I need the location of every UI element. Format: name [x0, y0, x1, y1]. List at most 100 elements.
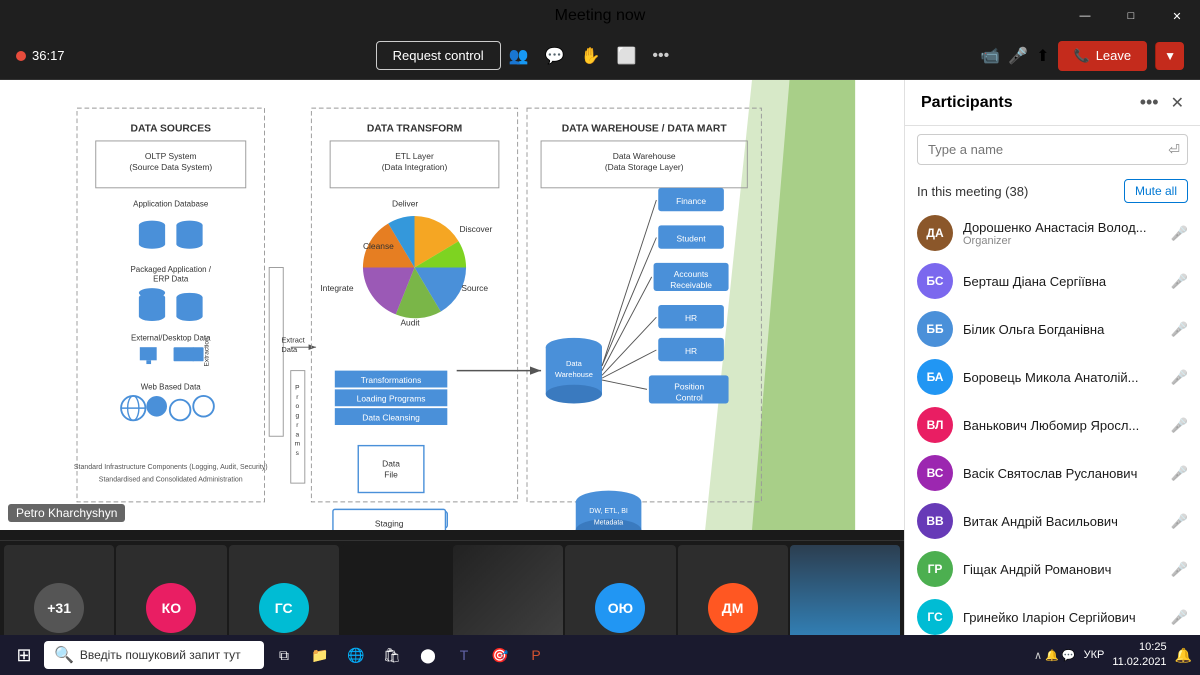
participant-item[interactable]: ВСВасік Святослав Русланович🎤	[909, 449, 1196, 497]
svg-text:Finance: Finance	[676, 196, 706, 206]
tile-avatar: ДМ	[708, 583, 758, 633]
leave-dropdown-button[interactable]: ▼	[1155, 42, 1184, 70]
search-icon: 🔍	[54, 645, 74, 665]
clock-time: 10:25	[1112, 640, 1166, 655]
participant-mic-icon: 🎤	[1171, 417, 1188, 434]
start-button[interactable]: ⊞	[8, 639, 40, 671]
chrome-icon[interactable]: ⬤	[412, 639, 444, 671]
meeting-title: Meeting now	[555, 7, 646, 25]
svg-text:Standardised and Consolidated: Standardised and Consolidated Administra…	[99, 476, 243, 483]
store-icon[interactable]: 🛍	[376, 639, 408, 671]
participant-avatar: ББ	[917, 311, 953, 347]
svg-text:P: P	[295, 384, 300, 391]
svg-text:a: a	[295, 431, 299, 438]
svg-text:HR: HR	[685, 313, 697, 323]
participant-item[interactable]: ГСГринейко Іларіон Сергійович🎤	[909, 593, 1196, 641]
participant-name: Витак Андрій Васильович	[963, 514, 1161, 529]
participant-avatar: ВЛ	[917, 407, 953, 443]
participant-name: Дорошенко Анастасія Волод...	[963, 220, 1161, 235]
participants-icon[interactable]: 👥	[509, 46, 529, 66]
task-view-button[interactable]: ⧉	[268, 639, 300, 671]
tile-avatar: КО	[146, 583, 196, 633]
notification-icon[interactable]: 🔔	[1175, 647, 1192, 664]
participant-avatar: ВВ	[917, 503, 953, 539]
participant-mic-icon: 🎤	[1171, 609, 1188, 626]
participant-avatar: ГС	[917, 599, 953, 635]
system-clock[interactable]: 10:25 11.02.2021	[1112, 640, 1166, 671]
participants-close-button[interactable]: ✕	[1171, 93, 1184, 113]
phone-icon: 📞	[1074, 48, 1090, 64]
close-button[interactable]: ✕	[1154, 0, 1200, 32]
participant-search-input[interactable]	[917, 134, 1188, 165]
participant-item[interactable]: БСБерташ Діана Сергіївна🎤	[909, 257, 1196, 305]
participant-role: Organizer	[963, 235, 1161, 247]
svg-text:Data Warehouse: Data Warehouse	[613, 151, 676, 161]
participants-title: Participants	[921, 94, 1132, 112]
slide-diagram: DATA SOURCES OLTP System (Source Data Sy…	[0, 80, 904, 530]
mute-all-button[interactable]: Mute all	[1124, 179, 1188, 203]
participant-mic-icon: 🎤	[1171, 561, 1188, 578]
svg-text:Data: Data	[566, 359, 583, 368]
svg-text:(Data Integration): (Data Integration)	[382, 162, 448, 172]
tray-icons[interactable]: ∧ 🔔 💬	[1034, 649, 1076, 662]
participant-name: Гіщак Андрій Романович	[963, 562, 1161, 577]
svg-text:External/Desktop Data: External/Desktop Data	[131, 334, 211, 343]
share-screen-icon[interactable]: ⬜	[616, 46, 636, 66]
recording-time: 36:17	[32, 48, 65, 63]
participants-panel: Participants ••• ✕ ⏎ In this meeting (38…	[904, 80, 1200, 675]
svg-text:Extraction: Extraction	[203, 337, 210, 366]
language-indicator[interactable]: УКР	[1084, 649, 1105, 661]
participant-info: Васік Святослав Русланович	[963, 466, 1161, 481]
minimize-button[interactable]: —	[1062, 0, 1108, 32]
file-explorer-icon[interactable]: 📁	[304, 639, 336, 671]
recording-dot	[16, 51, 26, 61]
svg-text:Source: Source	[461, 283, 488, 293]
svg-text:(Data Storage Layer): (Data Storage Layer)	[605, 162, 684, 172]
participants-more-button[interactable]: •••	[1140, 92, 1159, 113]
participant-avatar: БС	[917, 263, 953, 299]
title-bar: Meeting now — □ ✕	[0, 0, 1200, 32]
mic-icon[interactable]: 🎤	[1008, 46, 1028, 66]
svg-text:Extract: Extract	[281, 336, 305, 345]
maximize-button[interactable]: □	[1108, 0, 1154, 32]
participant-item[interactable]: ВВ Витак Андрій Васильович 🎤	[909, 497, 1196, 545]
participants-header: Participants ••• ✕	[905, 80, 1200, 126]
shortcut-icon-1[interactable]: 🎯	[484, 639, 516, 671]
participant-name: Васік Святослав Русланович	[963, 466, 1161, 481]
taskbar-right: ∧ 🔔 💬 УКР 10:25 11.02.2021 🔔	[1034, 640, 1192, 671]
participant-item[interactable]: ГРГіщак Андрій Романович🎤	[909, 545, 1196, 593]
participant-item[interactable]: ДАДорошенко Анастасія Волод...Organizer🎤	[909, 209, 1196, 257]
search-icon[interactable]: ⏎	[1168, 141, 1180, 158]
participant-name: Боровець Микола Анатолій...	[963, 370, 1161, 385]
svg-text:Web Based Data: Web Based Data	[141, 382, 202, 391]
teams-icon[interactable]: T	[448, 639, 480, 671]
edge-browser-icon[interactable]: 🌐	[340, 639, 372, 671]
participant-item[interactable]: БАБоровець Микола Анатолій...🎤	[909, 353, 1196, 401]
main-presentation-area: DATA SOURCES OLTP System (Source Data Sy…	[0, 80, 904, 530]
svg-text:Metadata: Metadata	[594, 519, 623, 526]
chat-icon[interactable]: 💬	[545, 46, 565, 66]
recording-indicator: 36:17	[16, 48, 65, 63]
svg-text:Warehouse: Warehouse	[555, 370, 593, 379]
participant-item[interactable]: БББілик Ольга Богданівна🎤	[909, 305, 1196, 353]
svg-text:Standard Infrastructure Compon: Standard Infrastructure Components (Logg…	[74, 464, 268, 471]
raise-hand-icon[interactable]: ✋	[581, 46, 601, 66]
camera-icon[interactable]: 📹	[980, 46, 1000, 66]
toolbar-right: 📹 🎤 ⬆ 📞 Leave ▼	[980, 41, 1184, 71]
svg-text:Application Database: Application Database	[133, 200, 209, 209]
svg-text:Staging: Staging	[375, 518, 404, 528]
taskbar-search[interactable]: 🔍 Введіть пошуковий запит тут	[44, 641, 264, 669]
participant-info: Берташ Діана Сергіївна	[963, 274, 1161, 289]
request-control-button[interactable]: Request control	[376, 41, 501, 70]
more-options-icon[interactable]: •••	[652, 47, 669, 65]
presenter-name-label: Petro Kharchyshyn	[8, 504, 125, 522]
powerpoint-icon[interactable]: P	[520, 639, 552, 671]
participant-mic-icon: 🎤	[1171, 513, 1188, 530]
window-controls: — □ ✕	[1062, 0, 1200, 32]
participant-mic-icon: 🎤	[1171, 225, 1188, 242]
share-icon[interactable]: ⬆	[1036, 46, 1049, 66]
svg-text:DATA WAREHOUSE / DATA MART: DATA WAREHOUSE / DATA MART	[562, 124, 728, 135]
leave-button[interactable]: 📞 Leave	[1058, 41, 1148, 71]
participant-item[interactable]: ВЛВанькович Любомир Яросл...🎤	[909, 401, 1196, 449]
toolbar-center: Request control 👥 💬 ✋ ⬜ •••	[65, 41, 981, 70]
